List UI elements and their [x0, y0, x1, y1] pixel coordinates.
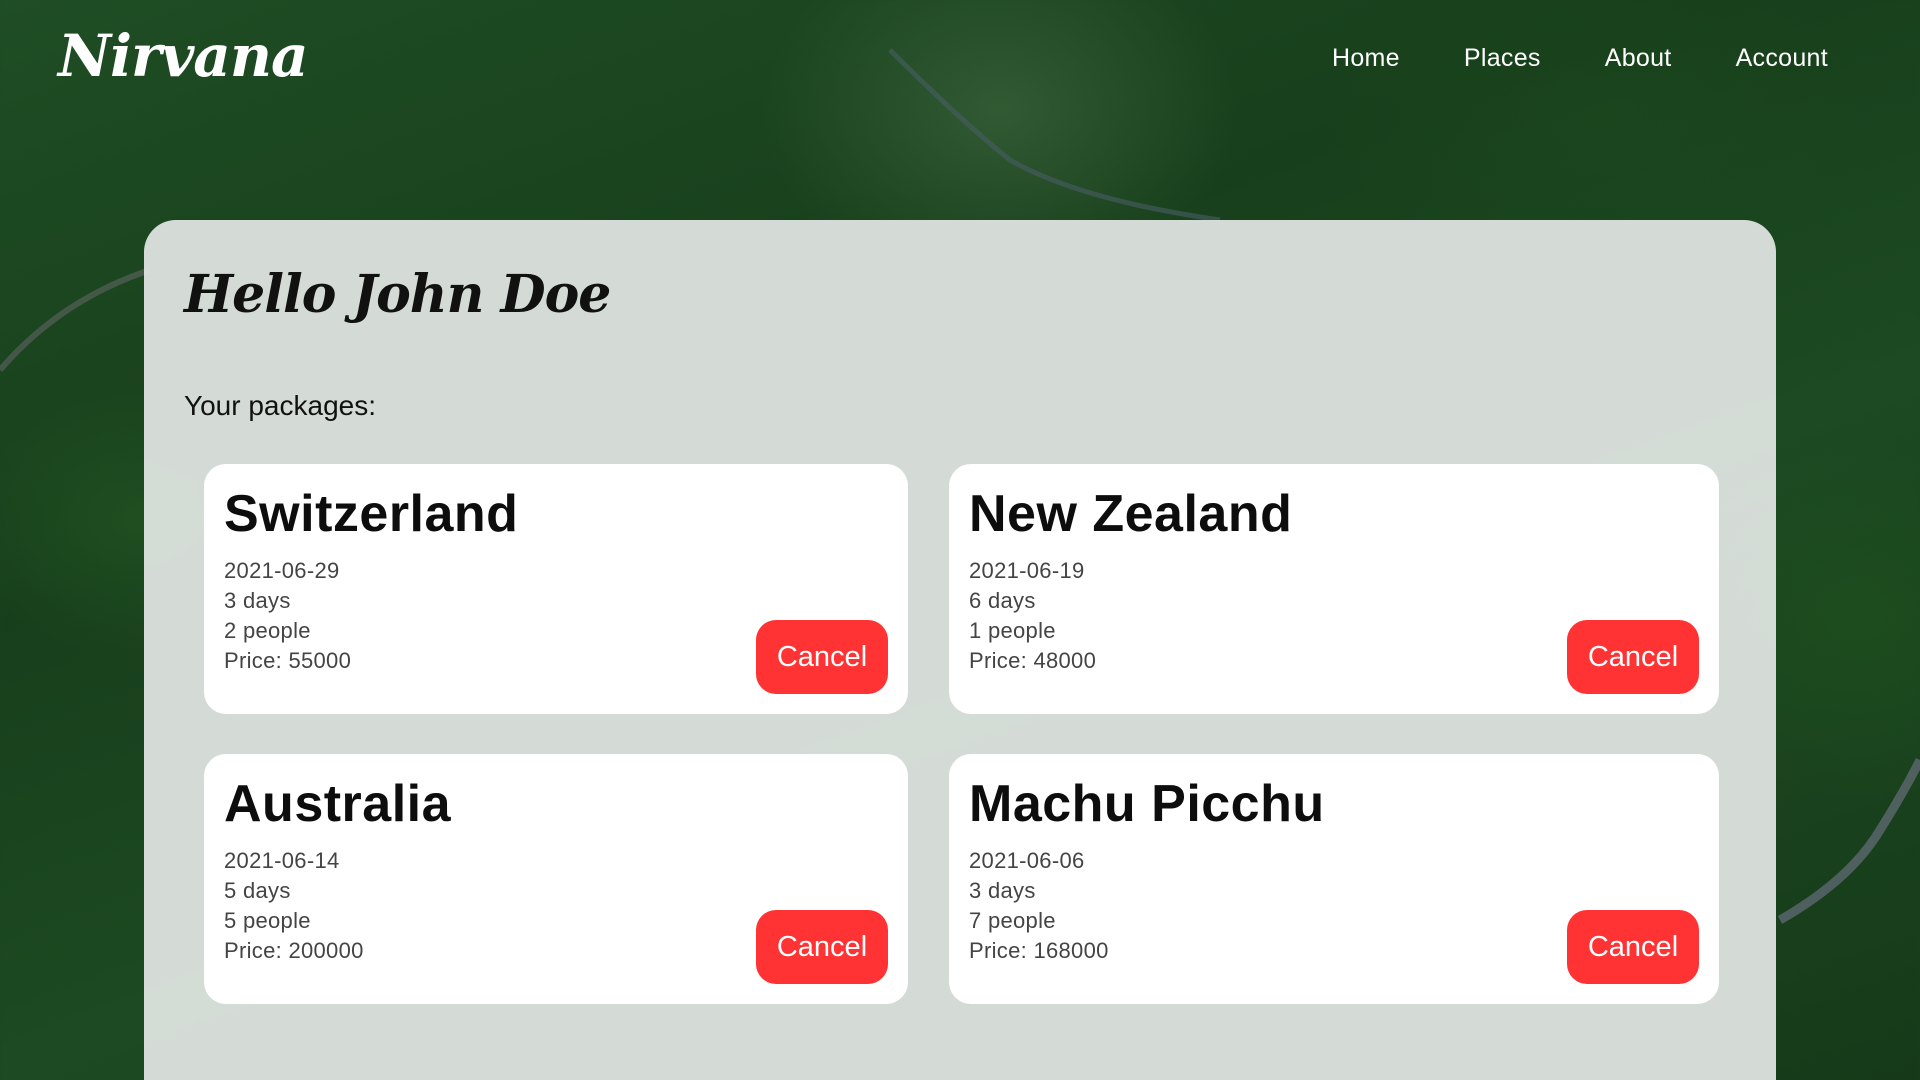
package-date: 2021-06-29 — [224, 558, 340, 583]
site-logo[interactable]: Nirvana — [58, 22, 309, 90]
package-card: Switzerland 2021-06-29 3 days 2 people P… — [204, 464, 908, 714]
package-card: New Zealand 2021-06-19 6 days 1 people P… — [949, 464, 1719, 714]
package-destination: Australia — [224, 775, 452, 833]
package-price: Price: 200000 — [224, 938, 364, 963]
main-nav: Home Places About Account — [1332, 44, 1828, 73]
package-price: Price: 168000 — [969, 938, 1109, 963]
package-card: Machu Picchu 2021-06-06 3 days 7 people … — [949, 754, 1719, 1004]
package-destination: New Zealand — [969, 485, 1293, 543]
package-people: 2 people — [224, 618, 311, 643]
package-people: 7 people — [969, 908, 1056, 933]
package-price: Price: 55000 — [224, 648, 352, 673]
cancel-button[interactable]: Cancel — [756, 910, 888, 984]
package-date: 2021-06-14 — [224, 848, 340, 873]
package-duration: 3 days — [224, 588, 291, 613]
account-panel: Hello John Doe Your packages: Switzerlan… — [144, 220, 1776, 1080]
package-destination: Switzerland — [224, 485, 519, 543]
package-date: 2021-06-06 — [969, 848, 1085, 873]
package-duration: 6 days — [969, 588, 1036, 613]
site-header: Nirvana Home Places About Account — [0, 0, 1920, 130]
package-duration: 5 days — [224, 878, 291, 903]
cancel-button[interactable]: Cancel — [1567, 910, 1699, 984]
nav-home[interactable]: Home — [1332, 44, 1400, 73]
package-people: 5 people — [224, 908, 311, 933]
nav-places[interactable]: Places — [1464, 44, 1541, 73]
nav-account[interactable]: Account — [1736, 44, 1828, 73]
package-destination: Machu Picchu — [969, 775, 1325, 833]
cancel-button[interactable]: Cancel — [756, 620, 888, 694]
package-date: 2021-06-19 — [969, 558, 1085, 583]
cancel-button[interactable]: Cancel — [1567, 620, 1699, 694]
package-price: Price: 48000 — [969, 648, 1097, 673]
package-duration: 3 days — [969, 878, 1036, 903]
package-card: Australia 2021-06-14 5 days 5 people Pri… — [204, 754, 908, 1004]
nav-about[interactable]: About — [1605, 44, 1672, 73]
greeting-title: Hello John Doe — [184, 264, 611, 325]
packages-label: Your packages: — [184, 390, 376, 421]
package-people: 1 people — [969, 618, 1056, 643]
